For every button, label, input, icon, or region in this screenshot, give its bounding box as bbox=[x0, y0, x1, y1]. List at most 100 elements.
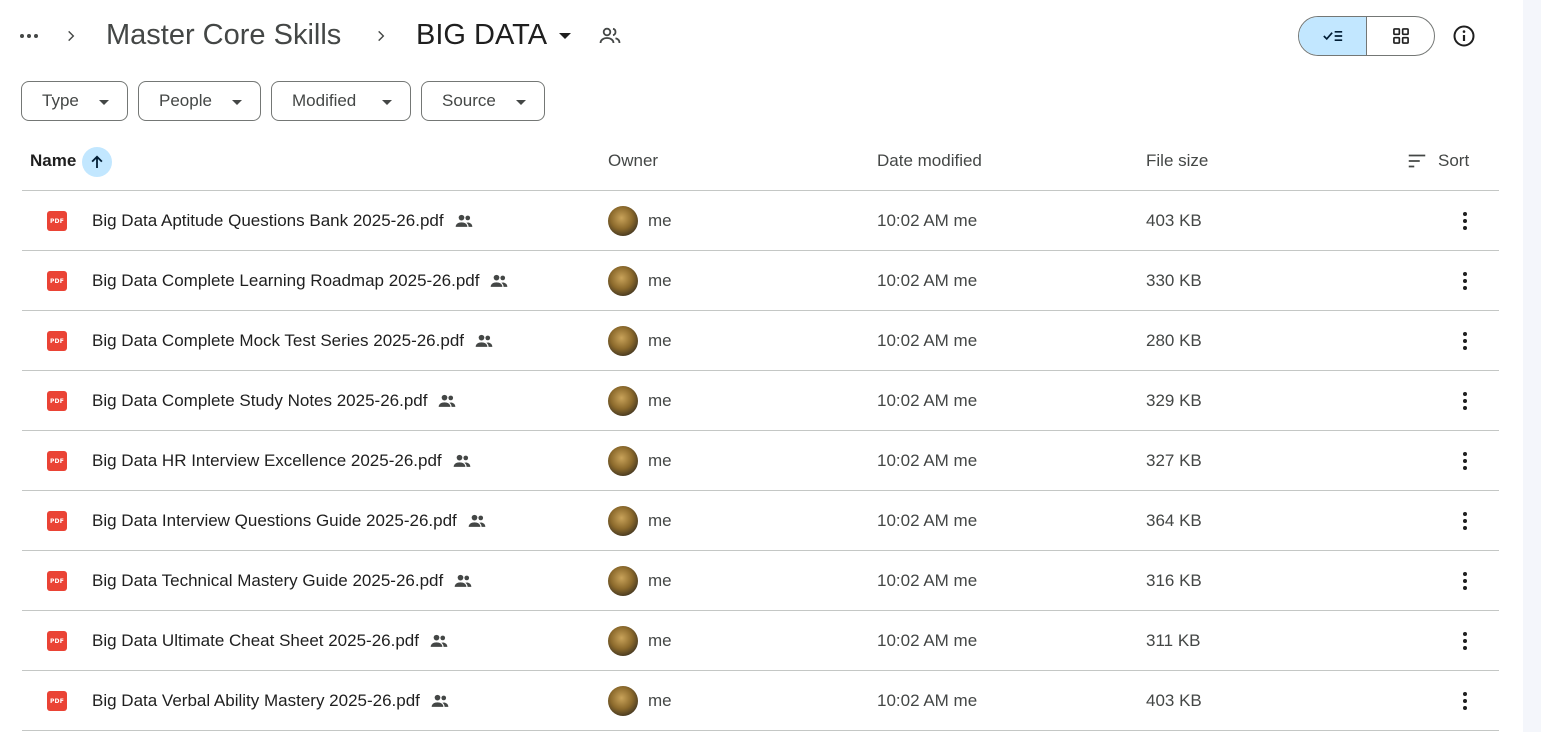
avatar bbox=[608, 446, 638, 476]
size-label: 364 KB bbox=[1146, 511, 1202, 530]
owner-label: me bbox=[648, 391, 672, 410]
avatar bbox=[608, 686, 638, 716]
sort-lines-icon bbox=[1408, 154, 1426, 168]
filter-type-chip[interactable]: Type bbox=[21, 81, 128, 121]
avatar bbox=[608, 386, 638, 416]
caret-down-icon bbox=[559, 33, 572, 39]
list-view-button[interactable] bbox=[1299, 17, 1367, 55]
table-row[interactable]: PDF Big Data Complete Mock Test Series 2… bbox=[22, 311, 1499, 371]
size-label: 280 KB bbox=[1146, 331, 1202, 350]
file-name: Big Data Complete Mock Test Series 2025-… bbox=[92, 329, 494, 353]
owner-label: me bbox=[648, 571, 672, 590]
more-vert-icon[interactable] bbox=[1451, 507, 1479, 535]
pdf-icon: PDF bbox=[47, 451, 67, 471]
pdf-icon: PDF bbox=[47, 631, 67, 651]
people-icon bbox=[439, 394, 456, 407]
pdf-icon: PDF bbox=[47, 331, 67, 351]
filter-source-chip[interactable]: Source bbox=[421, 81, 545, 121]
pdf-icon: PDF bbox=[47, 391, 67, 411]
table-row[interactable]: PDF Big Data HR Interview Excellence 202… bbox=[22, 431, 1499, 491]
caret-down-icon bbox=[99, 100, 109, 105]
caret-down-icon bbox=[232, 100, 242, 105]
people-icon bbox=[453, 454, 470, 467]
size-label: 327 KB bbox=[1146, 451, 1202, 470]
info-icon[interactable] bbox=[1452, 24, 1476, 48]
column-header-owner[interactable]: Owner bbox=[608, 150, 658, 172]
owner-label: me bbox=[648, 511, 672, 530]
check-list-icon bbox=[1322, 31, 1342, 41]
avatar bbox=[608, 626, 638, 656]
breadcrumb-parent[interactable]: Master Core Skills bbox=[102, 16, 345, 54]
grid-view-button[interactable] bbox=[1367, 17, 1434, 55]
column-header-size[interactable]: File size bbox=[1146, 150, 1208, 172]
owner-label: me bbox=[648, 211, 672, 230]
people-outline-icon[interactable] bbox=[598, 24, 622, 48]
people-icon bbox=[455, 214, 472, 227]
breadcrumb-current[interactable]: BIG DATA bbox=[412, 16, 575, 54]
caret-down-icon bbox=[382, 100, 392, 105]
people-icon bbox=[430, 634, 448, 647]
modified-label: 10:02 AM me bbox=[877, 691, 978, 710]
more-vert-icon[interactable] bbox=[1451, 447, 1479, 475]
file-name: Big Data Technical Mastery Guide 2025-26… bbox=[92, 569, 473, 593]
modified-label: 10:02 AM me bbox=[877, 571, 978, 590]
table-row[interactable]: PDF Big Data Verbal Ability Mastery 2025… bbox=[22, 671, 1499, 731]
owner-label: me bbox=[648, 331, 672, 350]
more-vert-icon[interactable] bbox=[1451, 327, 1479, 355]
table-row[interactable]: PDF Big Data Interview Questions Guide 2… bbox=[22, 491, 1499, 551]
owner-label: me bbox=[648, 271, 672, 290]
table-row[interactable]: PDF Big Data Technical Mastery Guide 202… bbox=[22, 551, 1499, 611]
file-name: Big Data Verbal Ability Mastery 2025-26.… bbox=[92, 689, 450, 713]
caret-down-icon bbox=[516, 100, 526, 105]
modified-label: 10:02 AM me bbox=[877, 271, 978, 290]
size-label: 330 KB bbox=[1146, 271, 1202, 290]
owner-label: me bbox=[648, 631, 672, 650]
more-vert-icon[interactable] bbox=[1451, 627, 1479, 655]
avatar bbox=[608, 206, 638, 236]
filter-modified-label: Modified bbox=[292, 91, 357, 110]
modified-label: 10:02 AM me bbox=[877, 511, 978, 530]
table-row[interactable]: PDF Big Data Complete Learning Roadmap 2… bbox=[22, 251, 1499, 311]
chevron-right-icon bbox=[374, 24, 388, 48]
sort-button[interactable]: Sort bbox=[1406, 146, 1469, 176]
filter-people-label: People bbox=[159, 91, 212, 110]
avatar bbox=[608, 506, 638, 536]
more-vert-icon[interactable] bbox=[1451, 207, 1479, 235]
avatar bbox=[608, 566, 638, 596]
people-icon bbox=[491, 274, 508, 287]
filter-source-label: Source bbox=[442, 91, 496, 110]
modified-label: 10:02 AM me bbox=[877, 631, 978, 650]
owner-label: me bbox=[648, 691, 672, 710]
avatar bbox=[608, 326, 638, 356]
breadcrumb-current-label: BIG DATA bbox=[416, 19, 548, 51]
people-icon bbox=[475, 334, 493, 347]
column-header-modified[interactable]: Date modified bbox=[877, 150, 982, 172]
arrow-up-icon bbox=[91, 155, 103, 168]
file-name: Big Data Complete Learning Roadmap 2025-… bbox=[92, 269, 509, 293]
file-name: Big Data Interview Questions Guide 2025-… bbox=[92, 509, 487, 533]
avatar bbox=[608, 266, 638, 296]
more-horiz-icon[interactable] bbox=[14, 22, 44, 50]
modified-label: 10:02 AM me bbox=[877, 211, 978, 230]
size-label: 403 KB bbox=[1146, 211, 1202, 230]
people-icon bbox=[431, 694, 449, 707]
table-row[interactable]: PDF Big Data Complete Study Notes 2025-2… bbox=[22, 371, 1499, 431]
column-header-name[interactable]: Name bbox=[30, 150, 76, 172]
pdf-icon: PDF bbox=[47, 511, 67, 531]
filter-people-chip[interactable]: People bbox=[138, 81, 261, 121]
size-label: 311 KB bbox=[1146, 631, 1201, 650]
sort-direction-button[interactable] bbox=[82, 147, 112, 177]
pdf-icon: PDF bbox=[47, 271, 67, 291]
more-vert-icon[interactable] bbox=[1451, 387, 1479, 415]
filter-type-label: Type bbox=[42, 91, 79, 110]
file-list: PDF Big Data Aptitude Questions Bank 202… bbox=[22, 191, 1499, 731]
more-vert-icon[interactable] bbox=[1451, 267, 1479, 295]
file-name: Big Data HR Interview Excellence 2025-26… bbox=[92, 449, 472, 473]
table-row[interactable]: PDF Big Data Aptitude Questions Bank 202… bbox=[22, 191, 1499, 251]
filter-modified-chip[interactable]: Modified bbox=[271, 81, 411, 121]
sort-label: Sort bbox=[1438, 151, 1470, 170]
more-vert-icon[interactable] bbox=[1451, 567, 1479, 595]
people-icon bbox=[468, 514, 486, 527]
more-vert-icon[interactable] bbox=[1451, 687, 1479, 715]
table-row[interactable]: PDF Big Data Ultimate Cheat Sheet 2025-2… bbox=[22, 611, 1499, 671]
